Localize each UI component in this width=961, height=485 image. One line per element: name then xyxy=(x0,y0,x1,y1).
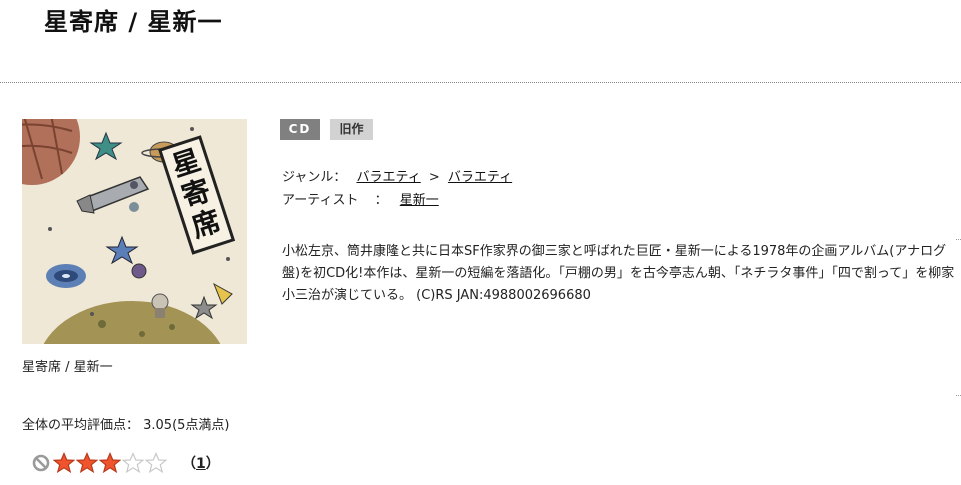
genre-separator: > xyxy=(428,170,440,185)
genre-child-link[interactable]: バラエティ xyxy=(448,170,512,185)
star-icon[interactable] xyxy=(53,452,75,474)
artist-label: アーティスト xyxy=(282,193,359,208)
star-icon[interactable] xyxy=(99,452,121,474)
star-icon[interactable] xyxy=(122,452,144,474)
average-rating-label: 全体の平均評価点： 3.05(5点満点) xyxy=(22,418,230,433)
review-count-number[interactable]: 1 xyxy=(196,456,206,472)
genre-row: ジャンル： バラエティ > バラエティ xyxy=(282,169,512,187)
product-description: 小松左京、筒井康隆と共に日本SF作家界の御三家と呼ばれた巨匠・星新一による197… xyxy=(282,244,955,303)
side-divider-bottom xyxy=(956,395,961,396)
format-tag: CD xyxy=(280,119,320,140)
genre-parent-link[interactable]: バラエティ xyxy=(357,170,421,185)
genre-label: ジャンル： xyxy=(282,170,347,185)
review-count-open: （ xyxy=(182,456,196,472)
review-count-close: ） xyxy=(205,456,220,472)
artist-link[interactable]: 星新一 xyxy=(400,193,439,208)
side-divider-top xyxy=(956,239,961,240)
jacket-caption: 星寄席 / 星新一 xyxy=(22,360,113,375)
review-count[interactable]: （1） xyxy=(182,453,220,473)
album-jacket-image: 星寄席 xyxy=(22,119,247,344)
rating-row: （1） xyxy=(32,452,220,474)
star-icon[interactable] xyxy=(145,452,167,474)
title-divider xyxy=(0,82,961,83)
artist-colon: ： xyxy=(374,193,388,208)
star-icon[interactable] xyxy=(76,452,98,474)
status-tag: 旧作 xyxy=(330,119,373,140)
no-entry-icon[interactable] xyxy=(32,454,50,472)
artist-row: アーティスト ： 星新一 xyxy=(282,192,439,210)
rating-stars[interactable] xyxy=(53,452,168,474)
page-title: 星寄席 / 星新一 xyxy=(44,8,223,36)
